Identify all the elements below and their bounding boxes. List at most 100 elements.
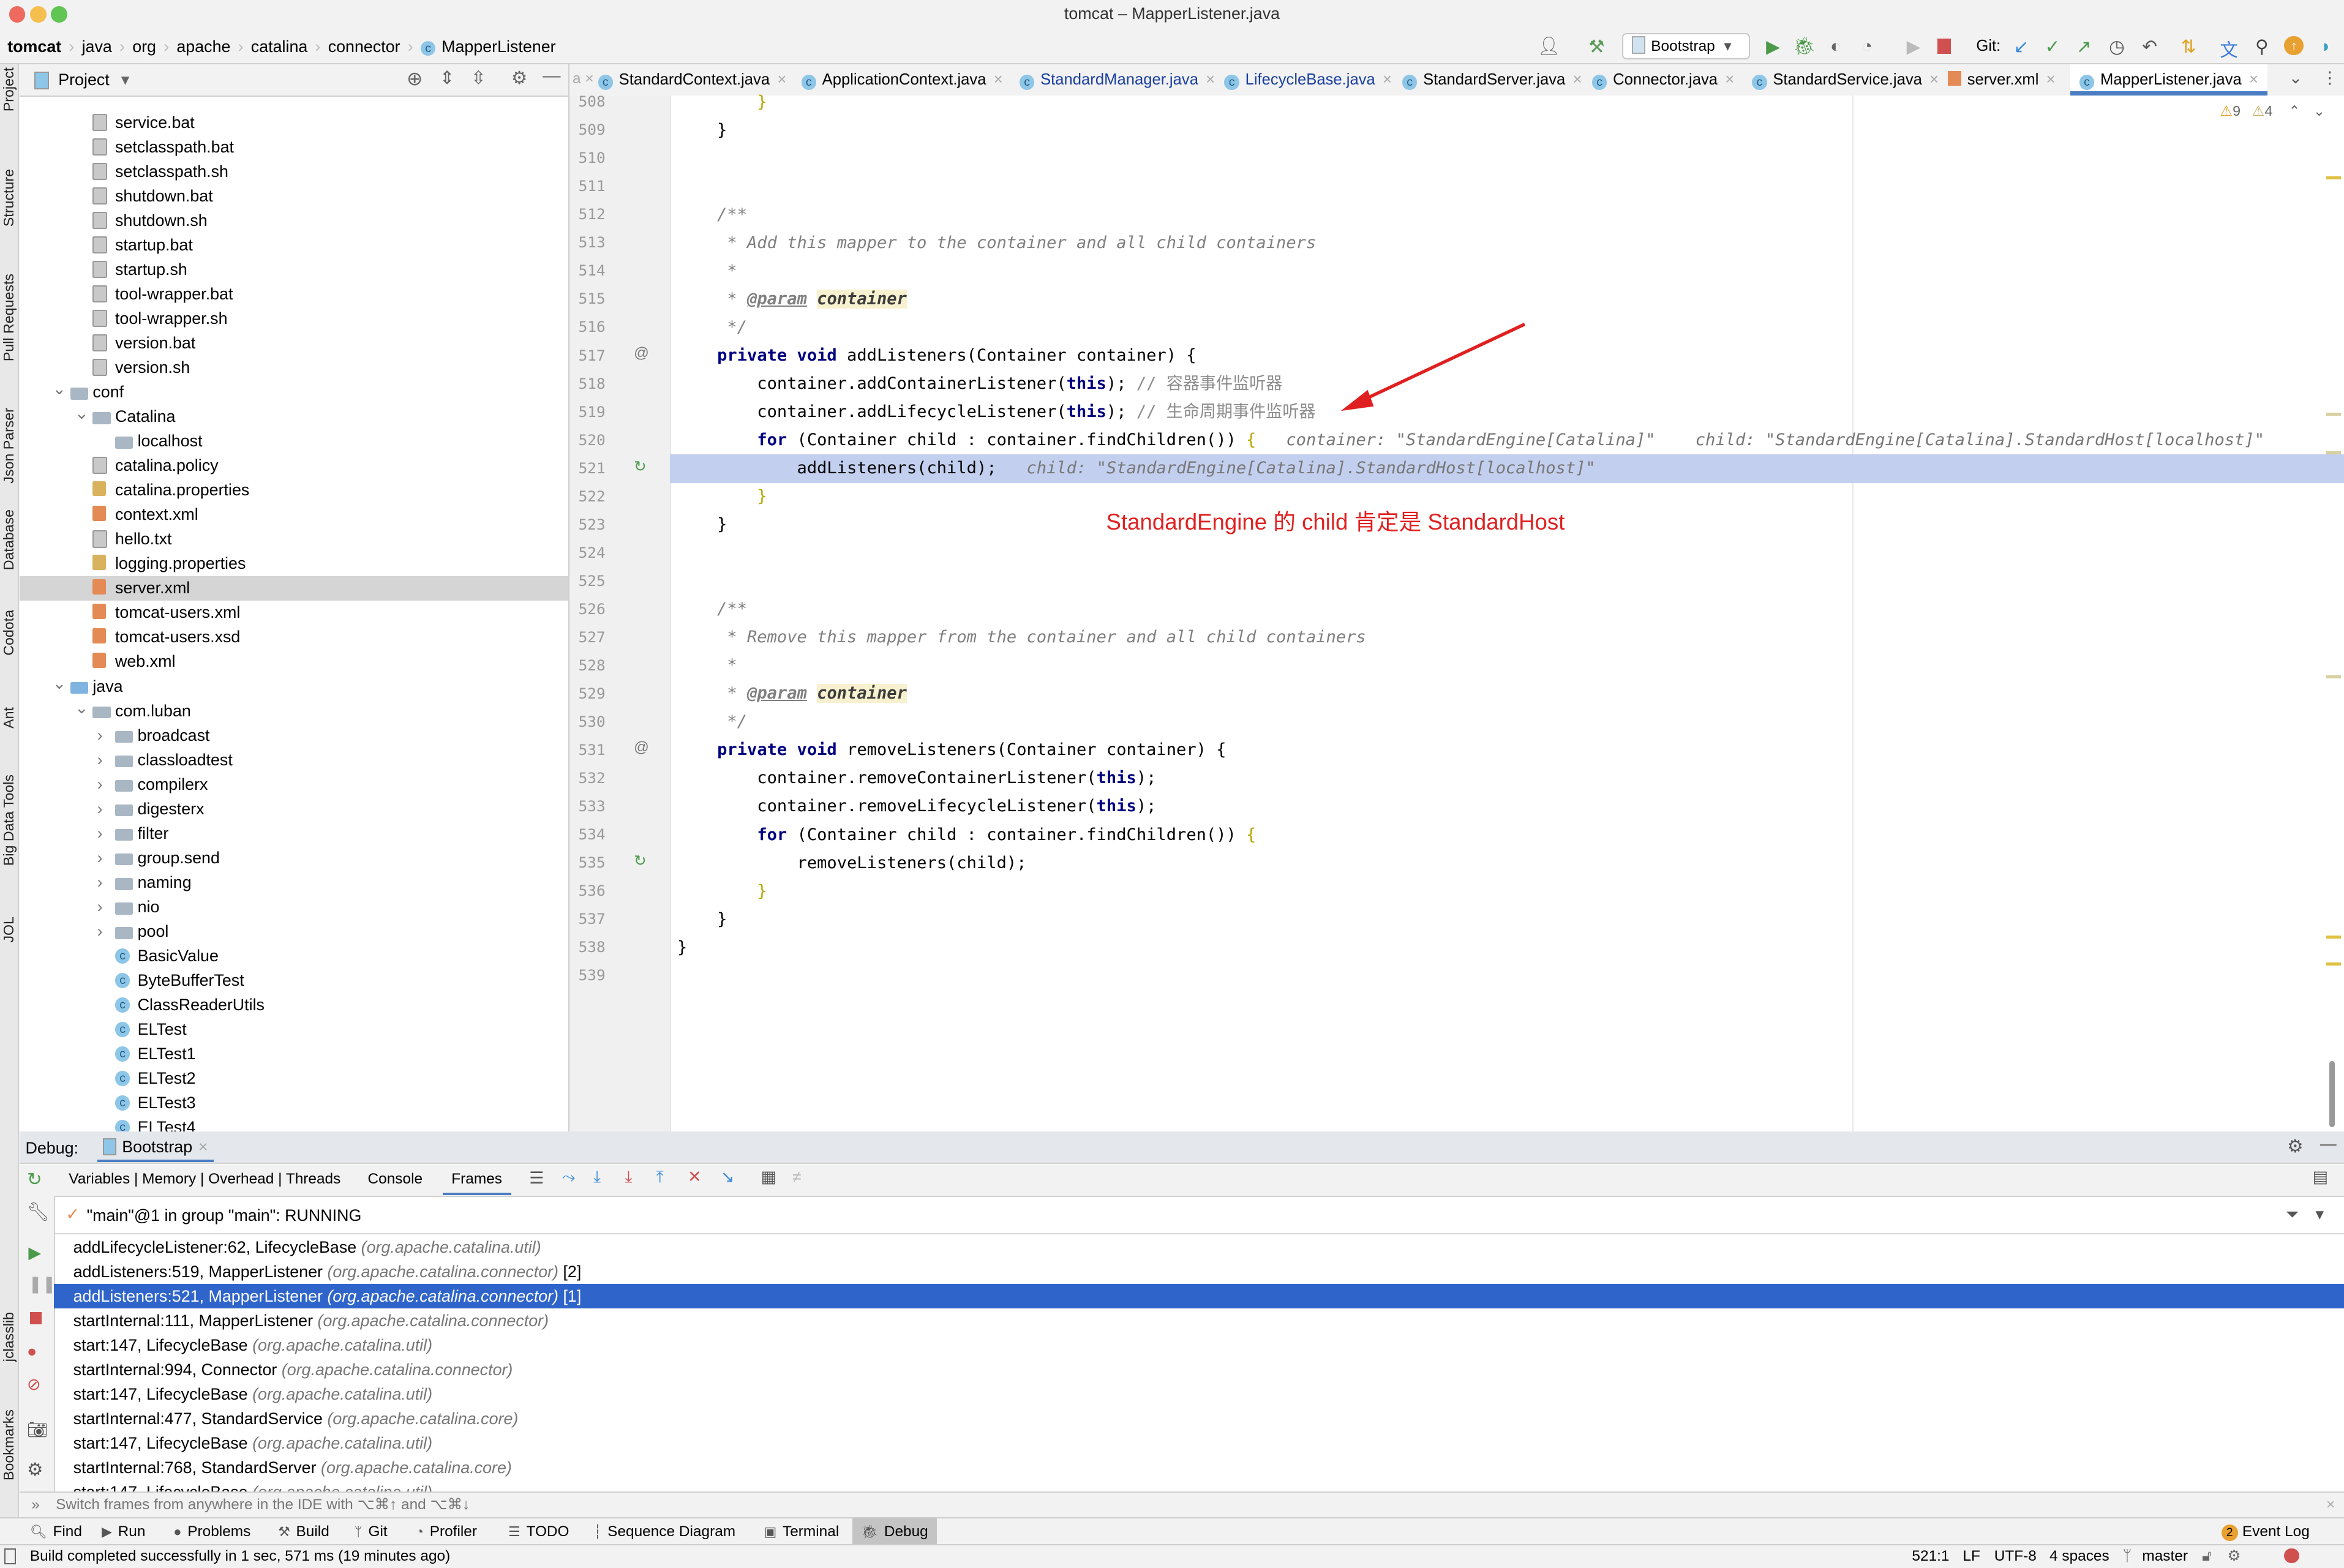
gear-icon[interactable]: ⚙: [27, 1459, 43, 1480]
tree-item[interactable]: c ELTest: [20, 1018, 568, 1042]
tree-item[interactable]: tool-wrapper.bat: [20, 282, 568, 307]
status-toggle-icon[interactable]: [4, 1548, 16, 1564]
debug-tab-frames[interactable]: Frames: [442, 1165, 511, 1196]
tree-item[interactable]: startup.sh: [20, 258, 568, 282]
tool-window-project[interactable]: Project: [0, 67, 18, 111]
resume-icon[interactable]: ▶: [1901, 36, 1925, 58]
chevron-right-icon[interactable]: ›: [97, 748, 103, 772]
close-icon[interactable]: ×: [2326, 1493, 2335, 1517]
tree-item[interactable]: logging.properties: [20, 552, 568, 576]
resume-icon[interactable]: ▶: [28, 1244, 41, 1262]
gear-icon[interactable]: ⚙: [2287, 1136, 2303, 1157]
project-view-selector[interactable]: Project: [58, 70, 110, 89]
lock-icon[interactable]: 🔓︎: [2202, 1545, 2212, 1568]
tool-window-find[interactable]: 🔍︎ Find: [30, 1518, 82, 1545]
debug-icon[interactable]: 🐞︎: [1792, 36, 1816, 57]
tool-window-run[interactable]: ▶ Run: [102, 1518, 145, 1545]
tree-item[interactable]: c ELTest3: [20, 1091, 568, 1116]
evaluate-icon[interactable]: ▦: [761, 1168, 776, 1187]
tool-window-jclasslib[interactable]: jclasslib: [0, 1312, 18, 1362]
breadcrumb-item[interactable]: java: [82, 37, 112, 56]
chevron-right-icon[interactable]: ›: [97, 797, 103, 821]
tree-item[interactable]: service.bat: [20, 111, 568, 135]
git-commit-icon[interactable]: ✓: [2040, 36, 2064, 58]
debug-tab-variables[interactable]: Variables | Memory | Overhead | Threads: [60, 1165, 350, 1193]
locate-icon[interactable]: ⊕: [407, 67, 423, 90]
run-config-select[interactable]: Bootstrap ▾: [1621, 32, 1750, 59]
chevron-right-icon[interactable]: ›: [97, 871, 103, 895]
git-update-icon[interactable]: ↙: [2009, 36, 2033, 58]
chevron-down-icon[interactable]: ▾: [2316, 1205, 2324, 1224]
user-icon[interactable]: 👤︎: [1537, 36, 1561, 57]
tree-item[interactable]: tomcat-users.xml: [20, 601, 568, 625]
run-to-cursor-icon[interactable]: ↘: [721, 1168, 735, 1187]
tree-item[interactable]: startup.bat: [20, 233, 568, 258]
tree-item[interactable]: › digesterx: [20, 797, 568, 822]
step-over-icon[interactable]: ⤓: [593, 1168, 601, 1187]
close-icon[interactable]: ×: [198, 1138, 208, 1156]
tool-window-bookmarks[interactable]: Bookmarks: [0, 1409, 18, 1480]
build-hammer-icon[interactable]: ⚒: [1585, 36, 1609, 58]
stack-frame[interactable]: addListeners:521, MapperListener (org.ap…: [53, 1283, 2344, 1308]
tree-item[interactable]: localhost: [20, 429, 568, 454]
tab-standardservice-java[interactable]: c StandardService.java ×: [1743, 64, 1948, 96]
stack-frame[interactable]: start:147, LifecycleBase (org.apache.cat…: [54, 1382, 2344, 1406]
tree-item[interactable]: tool-wrapper.sh: [20, 307, 568, 331]
stack-frame[interactable]: addListeners:519, MapperListener (org.ap…: [54, 1259, 2344, 1284]
file-encoding[interactable]: UTF-8: [1994, 1545, 2037, 1568]
drop-frame-icon[interactable]: ✕: [688, 1168, 702, 1187]
tree-item[interactable]: shutdown.bat: [20, 184, 568, 209]
tree-item[interactable]: ⌄ com.luban: [20, 699, 568, 724]
chevron-right-icon[interactable]: ›: [97, 920, 103, 943]
tree-item[interactable]: tomcat-users.xsd: [20, 625, 568, 650]
git-push-icon[interactable]: ↗: [2072, 36, 2096, 58]
tree-item[interactable]: c ELTest1: [20, 1042, 568, 1067]
camera-icon[interactable]: 📷︎: [27, 1420, 48, 1439]
tree-item[interactable]: ⌄ conf: [20, 380, 568, 405]
tool-window-sequence-diagram[interactable]: ┆ Sequence Diagram: [593, 1518, 735, 1545]
tool-window-database[interactable]: Database: [0, 509, 18, 570]
stack-frame[interactable]: startInternal:477, StandardService (org.…: [54, 1406, 2344, 1431]
chevron-right-icon[interactable]: ›: [97, 773, 103, 797]
breadcrumb-item[interactable]: apache: [176, 37, 230, 56]
tool-window-build[interactable]: ⚒ Build: [278, 1518, 329, 1545]
tool-window-terminal[interactable]: ▣ Terminal: [764, 1518, 840, 1545]
tool-window-pull-requests[interactable]: Pull Requests: [0, 274, 18, 361]
step-into-icon[interactable]: ⤓: [625, 1168, 632, 1187]
translate-icon[interactable]: 文: [2217, 36, 2241, 62]
layout-icon[interactable]: ☰: [529, 1169, 544, 1188]
close-icon[interactable]: ×: [1929, 71, 1939, 88]
gear-icon[interactable]: ⚙: [511, 67, 527, 89]
view-breakpoints-icon[interactable]: ●: [27, 1342, 37, 1361]
tool-window-problems[interactable]: ● Problems: [173, 1518, 250, 1545]
hide-panel-icon[interactable]: —: [2320, 1135, 2337, 1153]
close-icon[interactable]: ×: [1206, 71, 1215, 88]
tree-item[interactable]: c BasicValue: [20, 944, 568, 969]
tree-item[interactable]: c ByteBufferTest: [20, 969, 568, 993]
tab-mapperlistener-java[interactable]: c MapperListener.java ×: [2070, 64, 2267, 96]
update-icon[interactable]: ↑: [2284, 36, 2304, 56]
close-icon[interactable]: ×: [1383, 71, 1392, 88]
indent-setting[interactable]: 4 spaces: [2049, 1545, 2109, 1568]
caret-position[interactable]: 521:1: [1912, 1545, 1949, 1568]
pause-icon[interactable]: ❚❚: [28, 1275, 56, 1294]
tree-item[interactable]: › pool: [20, 920, 568, 944]
breadcrumb-item[interactable]: tomcat: [7, 37, 61, 56]
inspector-icon[interactable]: ⚙: [2228, 1545, 2241, 1568]
profile-icon[interactable]: ◔: [1855, 36, 1879, 57]
tool-window-big-data-tools[interactable]: Big Data Tools: [0, 775, 18, 866]
tab-applicationcontext-java[interactable]: c ApplicationContext.java ×: [792, 64, 1012, 96]
tool-window-debug[interactable]: 🐞︎ Debug: [852, 1518, 937, 1545]
chevron-right-icon[interactable]: ›: [97, 895, 103, 919]
stack-frame[interactable]: startInternal:111, MapperListener (org.a…: [54, 1308, 2344, 1333]
code-editor[interactable]: 508 509 510 511 512 513 514 515 516 517 @518 519 520…: [569, 92, 2344, 1132]
step-out-icon[interactable]: ⤒: [656, 1168, 664, 1187]
tree-item[interactable]: › filter: [20, 822, 568, 846]
more-icon[interactable]: ⋮: [2321, 69, 2338, 88]
line-separator[interactable]: LF: [1963, 1545, 1980, 1568]
filter-icon[interactable]: ⏷: [2286, 1205, 2299, 1225]
stack-frame[interactable]: startInternal:994, Connector (org.apache…: [54, 1357, 2344, 1382]
expand-icon[interactable]: »: [31, 1496, 40, 1513]
chevron-down-icon[interactable]: ⌄: [75, 402, 89, 426]
trace-icon[interactable]: ≠: [792, 1168, 802, 1187]
